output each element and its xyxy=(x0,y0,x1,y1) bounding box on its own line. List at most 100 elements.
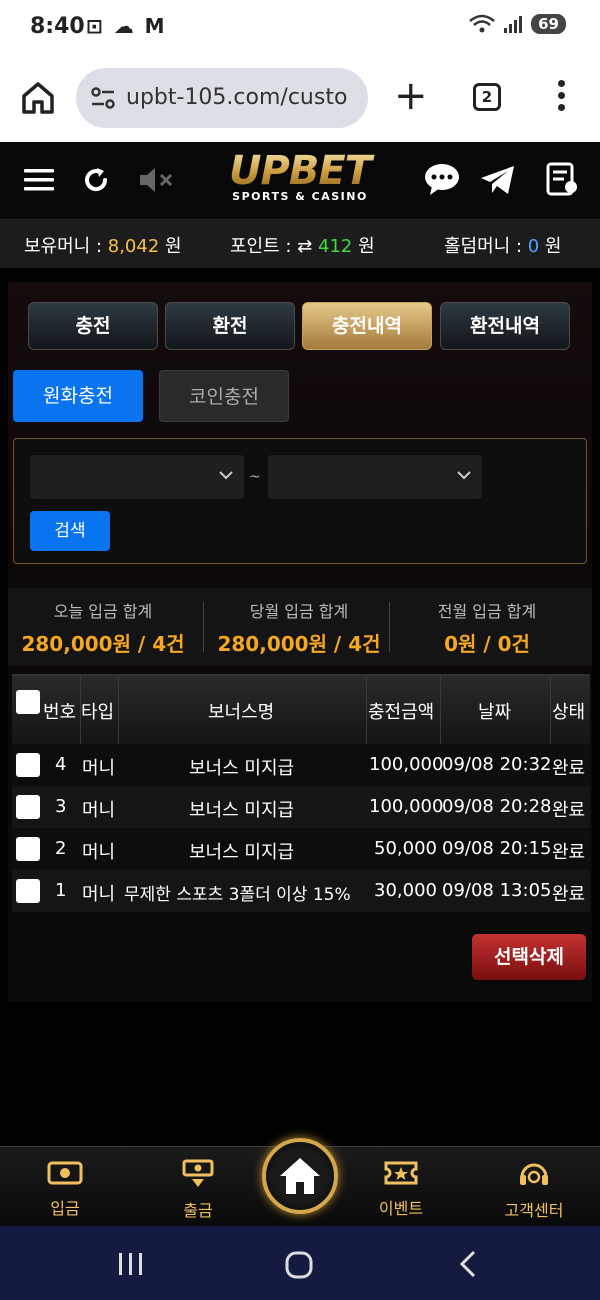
nav-withdraw[interactable]: 출금 xyxy=(143,1159,253,1221)
table-header: 번호 타입 보너스명 충전금액 날짜 상태 xyxy=(12,674,590,746)
new-tab-icon[interactable]: + xyxy=(394,76,428,116)
system-navigation-bar xyxy=(0,1226,600,1300)
date-search-box: ~ 검색 xyxy=(13,438,587,564)
withdraw-icon xyxy=(182,1159,214,1187)
row-checkbox[interactable] xyxy=(16,837,40,861)
divider xyxy=(550,676,551,746)
today-summary-label: 오늘 입금 합계 xyxy=(53,602,153,621)
last-month-summary-label: 전월 입금 합계 xyxy=(437,602,537,621)
site-settings-icon[interactable] xyxy=(90,86,116,110)
nav-event[interactable]: 이벤트 xyxy=(346,1159,456,1219)
delete-selected-button[interactable]: 선택삭제 xyxy=(472,934,586,980)
subtab-krw-charge[interactable]: 원화충전 xyxy=(13,370,143,422)
cell-bonus: 보너스 미지급 xyxy=(189,800,295,821)
cell-type: 머니 xyxy=(82,884,116,905)
cell-bonus: 보너스 미지급 xyxy=(189,842,295,863)
balance-label: 보유머니 : xyxy=(24,236,108,257)
tab-charge[interactable]: 충전 xyxy=(28,302,158,350)
refresh-icon[interactable] xyxy=(82,166,110,194)
cell-status: 완료 xyxy=(552,884,586,905)
last-month-summary-value: 0원 / 0건 xyxy=(444,632,530,656)
recent-apps-icon[interactable] xyxy=(116,1251,146,1277)
status-bar: 8:40 ⊡ ☁ M 69 xyxy=(0,0,600,56)
deposit-summary: 오늘 입금 합계 280,000원 / 4건 당월 입금 합계 280,000원… xyxy=(8,588,592,666)
back-icon[interactable] xyxy=(456,1250,480,1278)
divider xyxy=(366,676,367,746)
nav-support-label: 고객센터 xyxy=(504,1201,564,1220)
tab-exchange[interactable]: 환전 xyxy=(165,302,295,350)
start-date-select[interactable] xyxy=(30,455,244,499)
hamburger-menu-icon[interactable] xyxy=(24,168,54,192)
address-bar[interactable]: upbt-105.com/custo xyxy=(76,68,368,128)
point-value: 412 xyxy=(318,236,353,257)
home-icon xyxy=(280,1158,320,1194)
select-all-checkbox[interactable] xyxy=(16,690,40,714)
divider xyxy=(389,602,390,652)
balance-value: 8,042 xyxy=(107,236,160,257)
month-summary: 당월 입금 합계 280,000원 / 4건 xyxy=(204,598,394,657)
nav-support[interactable]: 고객센터 xyxy=(479,1159,589,1221)
month-summary-value: 280,000원 / 4건 xyxy=(217,632,381,656)
event-ticket-icon xyxy=(384,1161,418,1185)
charge-history-panel: 충전 환전 충전내역 환전내역 원화충전 코인충전 ~ 검색 오늘 입금 합계 … xyxy=(8,282,592,1002)
point-label: 포인트 : xyxy=(230,236,298,257)
divider xyxy=(118,676,119,746)
status-right-icons: 69 xyxy=(469,14,566,34)
tab-switcher-button[interactable]: 2 xyxy=(473,83,501,111)
nav-deposit[interactable]: 입금 xyxy=(10,1159,120,1219)
today-summary-value: 280,000원 / 4건 xyxy=(21,632,185,656)
cell-no: 2 xyxy=(55,838,67,859)
money-bar: 보유머니 : 8,042 원 포인트 : ⇄ 412 원 홀덤머니 : 0 원 xyxy=(0,220,600,268)
logo-text: UPBET xyxy=(213,150,387,192)
subtab-coin-charge[interactable]: 코인충전 xyxy=(159,370,289,422)
cell-status: 완료 xyxy=(552,758,586,779)
cell-date: 09/08 20:15 xyxy=(442,838,552,859)
chat-icon[interactable] xyxy=(424,162,460,196)
tab-charge-history[interactable]: 충전내역 xyxy=(302,302,432,350)
url-text: upbt-105.com/custo xyxy=(126,85,348,110)
header-bonus: 보너스명 xyxy=(208,702,275,723)
site-logo[interactable]: UPBET SPORTS & CASINO xyxy=(213,150,387,203)
cell-type: 머니 xyxy=(82,800,116,821)
browser-home-icon[interactable] xyxy=(18,78,58,118)
end-date-select[interactable] xyxy=(268,455,482,499)
point-info[interactable]: 포인트 : ⇄ 412 원 xyxy=(230,232,375,258)
telegram-icon[interactable] xyxy=(480,164,516,196)
cell-date: 09/08 20:28 xyxy=(442,796,552,817)
today-summary: 오늘 입금 합계 280,000원 / 4건 xyxy=(8,598,198,657)
cell-date: 09/08 13:05 xyxy=(442,880,552,901)
chevron-down-icon xyxy=(457,471,471,480)
tab-exchange-history[interactable]: 환전내역 xyxy=(440,302,570,350)
cell-amount: 50,000 xyxy=(374,838,437,859)
row-checkbox[interactable] xyxy=(16,879,40,903)
cell-no: 1 xyxy=(55,880,67,901)
holdem-unit: 원 xyxy=(539,236,562,257)
table-body: 4 머니 보너스 미지급 100,000 09/08 20:32 완료 3 머니… xyxy=(12,744,590,912)
cell-no: 4 xyxy=(55,754,67,775)
divider xyxy=(440,676,441,746)
site-header: UPBET SPORTS & CASINO xyxy=(0,142,600,220)
last-month-summary: 전월 입금 합계 0원 / 0건 xyxy=(392,598,582,657)
mute-icon[interactable] xyxy=(138,166,174,194)
month-summary-label: 당월 입금 합계 xyxy=(249,602,349,621)
search-button[interactable]: 검색 xyxy=(30,511,110,551)
cell-bonus: 보너스 미지급 xyxy=(189,758,295,779)
header-date: 날짜 xyxy=(478,702,512,723)
row-checkbox[interactable] xyxy=(16,795,40,819)
notice-icon[interactable] xyxy=(546,162,578,196)
exchange-arrows-icon: ⇄ xyxy=(297,236,318,257)
table-row: 2 머니 보너스 미지급 50,000 09/08 20:15 완료 xyxy=(12,828,590,870)
status-notification-icons: ⊡ ☁ M xyxy=(86,14,167,38)
row-checkbox[interactable] xyxy=(16,753,40,777)
cell-amount: 100,000 xyxy=(369,754,444,775)
home-button[interactable] xyxy=(262,1138,338,1214)
holdem-label: 홀덤머니 : xyxy=(444,236,528,257)
cell-status: 완료 xyxy=(552,800,586,821)
logo-subtitle: SPORTS & CASINO xyxy=(232,190,368,203)
table-row: 1 머니 무제한 스포츠 3폴더 이상 15% 30,000 09/08 13:… xyxy=(12,870,590,912)
deposit-icon xyxy=(47,1161,83,1185)
browser-menu-icon[interactable] xyxy=(556,80,566,116)
system-home-icon[interactable] xyxy=(284,1250,314,1280)
cell-amount: 100,000 xyxy=(369,796,444,817)
wifi-icon xyxy=(469,14,495,33)
